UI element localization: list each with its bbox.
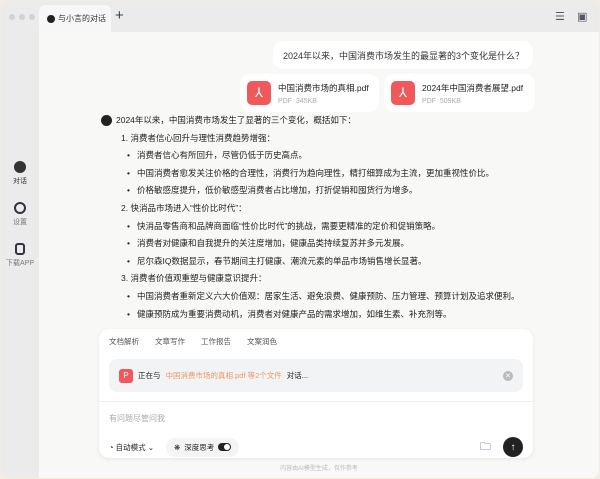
section-title: 1. 消费者信心回升与理性消费趋势增强： — [121, 132, 275, 143]
tool-copy-polish[interactable]: 文案润色 — [247, 336, 277, 347]
window-controls[interactable] — [9, 14, 35, 20]
toggle-switch[interactable] — [218, 443, 232, 451]
tool-doc-parse[interactable]: 文档解析 — [109, 336, 139, 347]
sidebar-label: 对话 — [13, 178, 27, 185]
chat-area: 2024年以来，中国消费市场发生的最显著的3个变化是什么？ ⅄ 中国消费市场的真相… — [39, 32, 599, 478]
disclaimer: 内容由AI模型生成，仅作参考 — [280, 466, 358, 472]
file-name: 中国消费市场的真相.pdf — [278, 82, 369, 93]
tool-article-writing[interactable]: 文章写作 — [155, 336, 185, 347]
sidebar-item-chat[interactable]: 对话 — [1, 161, 39, 186]
sidebar: 对话 设置 下载APP — [1, 161, 39, 284]
list-item: 尼尔森IQ数据显示，春节期间主打健康、潮流元素的单品市场销售增长显著。 — [127, 253, 520, 271]
download-app-icon — [15, 243, 25, 255]
mode-label: 自动模式 — [115, 442, 146, 452]
pdf-icon: ⅄ — [391, 81, 415, 105]
tab-conversation[interactable]: 与小言的对话 — [39, 5, 111, 32]
deep-think-label: 深度思考 — [184, 442, 215, 452]
file-card[interactable]: ⅄ 中国消费市场的真相.pdf PDF 345KB — [240, 74, 379, 112]
context-suffix: 对话... — [286, 371, 309, 380]
sidebar-item-settings[interactable]: 设置 — [1, 202, 39, 227]
list-item: 快消品零售商和品牌商面临“性价比时代”的挑战，需要更精准的定价和促销策略。 — [127, 218, 520, 236]
tool-work-report[interactable]: 工作报告 — [201, 336, 231, 347]
list-item: 消费者信心有所回升，尽管仍低于历史高点。 — [127, 147, 520, 165]
tool-bar: 文档解析 文章写作 工作报告 文案润色 — [99, 329, 533, 354]
sidebar-label: 下载APP — [5, 260, 34, 267]
list-item: 消费者对健康和自我提升的关注度增加，健康品类持续复苏并多元发展。 — [127, 235, 520, 253]
context-prefix: 正在与 — [138, 371, 161, 380]
list-item: 中国消费者愈发关注价格的合理性，消费行为趋向理性，精打细算成为主流，更加重视性价… — [127, 165, 520, 183]
file-size: 345KB — [295, 97, 317, 105]
tab-title: 与小言的对话 — [58, 14, 106, 23]
file-type: PDF — [278, 97, 292, 105]
file-type: PDF — [422, 97, 436, 105]
section-title: 2. 快消品市场进入“性价比时代”： — [121, 202, 247, 213]
settings-icon — [14, 202, 26, 214]
pdf-icon: P — [119, 368, 133, 383]
sidebar-label: 设置 — [13, 219, 27, 226]
mode-select[interactable]: ◔ 自动模式 ⌄ — [109, 442, 154, 453]
file-size: 509KB — [439, 97, 461, 105]
list-icon[interactable]: ☰ — [555, 10, 565, 23]
input-panel: 文档解析 文章写作 工作报告 文案润色 P 正在与 中国消费市场的真相.pdf … — [99, 329, 533, 458]
list-item: 健康预防成为重要消费动机，消费者对健康产品的需求增加，如维生素、补充剂等。 — [127, 306, 520, 324]
folder-icon[interactable]: 🗀 — [480, 438, 491, 457]
logo-icon — [47, 14, 55, 23]
user-message: 2024年以来，中国消费市场发生的最显著的3个变化是什么？ — [273, 41, 533, 69]
answer-intro: 2024年以来，中国消费市场发生了显著的三个变化，概括如下： — [116, 115, 356, 125]
sidebar-item-download-app[interactable]: 下载APP — [1, 243, 39, 268]
message-input[interactable]: 有问题尽管问我 — [99, 401, 533, 437]
file-card[interactable]: ⅄ 2024年中国消费者展望.pdf PDF 509KB — [384, 74, 535, 112]
close-icon[interactable]: ✕ — [503, 370, 513, 381]
pdf-icon: ⅄ — [247, 81, 271, 105]
new-tab-button[interactable]: + — [115, 7, 124, 24]
sidebar-toggle-icon[interactable]: ▣ — [577, 10, 587, 23]
deep-think-icon: ❋ — [174, 442, 181, 452]
section-title: 3. 消费者价值观重塑与健康意识提升： — [121, 273, 267, 284]
list-item: 中国消费者重新定义六大价值观：居家生活、避免浪费、健康预防、压力管理、预算计划及… — [127, 288, 520, 306]
context-files-link[interactable]: 中国消费市场的真相.pdf 等2个文件 — [166, 370, 282, 381]
list-item: 价格敏感度提升，低价敏感型消费者占比增加，打折促销和囤货行为增多。 — [127, 182, 520, 200]
assistant-answer: 2024年以来，中国消费市场发生了显著的三个变化，概括如下： 1. 消费者信心回… — [101, 112, 520, 323]
file-context-bar: P 正在与 中国消费市场的真相.pdf 等2个文件 对话... ✕ — [109, 359, 523, 392]
assistant-avatar — [101, 115, 112, 127]
send-button[interactable]: ↑ — [503, 437, 523, 457]
deep-think-toggle[interactable]: ❋ 深度思考 — [166, 437, 240, 457]
app-window: 与小言的对话 + ☰ ▣ 对话 设置 下载APP 2024年以来，中国消费市场发… — [1, 1, 599, 478]
file-name: 2024年中国消费者展望.pdf — [422, 82, 524, 93]
chat-icon — [14, 161, 26, 173]
